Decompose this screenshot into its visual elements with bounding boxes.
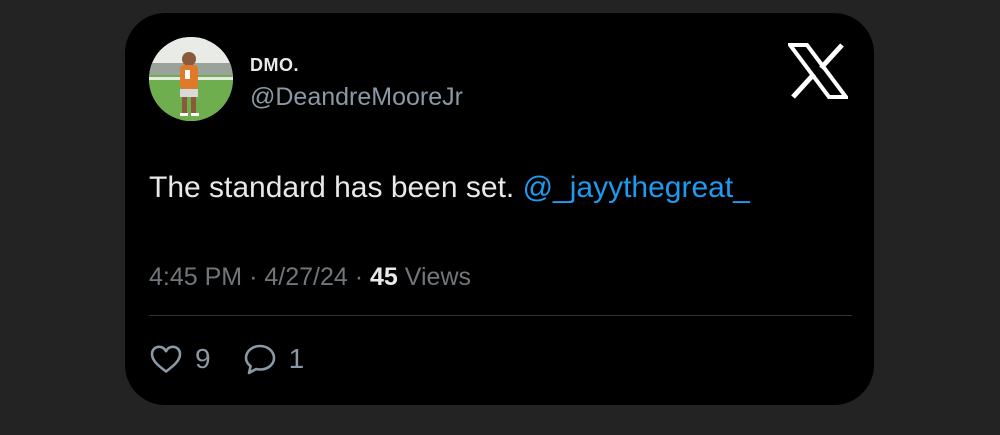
divider [149,315,852,316]
tweet-card[interactable]: DMO. @DeandreMooreJr The standard has be… [125,13,874,405]
author-handle[interactable]: @DeandreMooreJr [250,83,463,112]
reply-bubble-icon[interactable] [243,343,277,375]
tweet-meta: 4:45 PM · 4/27/24 · 45 Views [149,263,471,292]
tweet-body: The standard has been set. [149,171,515,204]
meta-separator: · [354,263,364,291]
author-display-name[interactable]: DMO. [250,55,299,76]
mention-link[interactable]: @_jayythegreat_ [523,171,750,204]
tweet-date[interactable]: 4/27/24 [264,263,347,291]
tweet-actions: 9 1 [149,341,304,377]
reply-count: 1 [288,343,305,374]
views-label: Views [404,263,472,291]
tweet-time[interactable]: 4:45 PM [149,263,242,291]
reply-button[interactable]: 1 [243,343,305,375]
views-count: 45 [370,263,398,291]
x-logo-icon[interactable] [786,43,850,99]
avatar[interactable] [149,37,233,121]
like-count: 9 [195,343,211,374]
meta-separator: · [249,263,258,291]
tweet-text: The standard has been set. @_jayythegrea… [149,171,750,205]
heart-icon[interactable] [149,344,183,374]
like-button[interactable]: 9 [149,343,211,375]
